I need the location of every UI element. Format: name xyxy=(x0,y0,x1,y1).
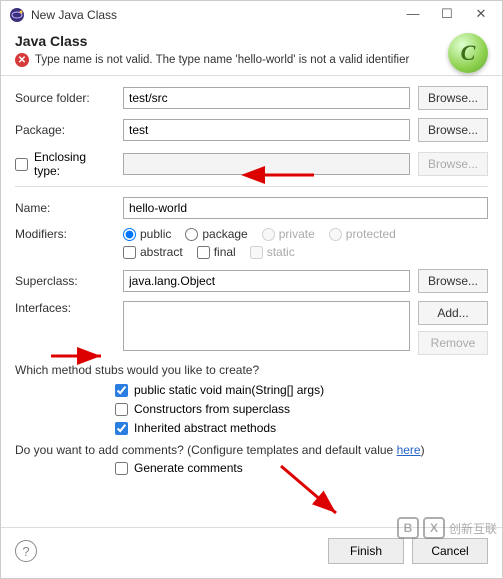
mod-public-radio[interactable] xyxy=(123,228,136,241)
cancel-button[interactable]: Cancel xyxy=(412,538,488,564)
eclipse-icon xyxy=(9,7,25,23)
name-label: Name: xyxy=(15,201,115,215)
superclass-label: Superclass: xyxy=(15,274,115,288)
modifiers-row2: abstract final static xyxy=(123,245,488,259)
mod-protected-radio xyxy=(329,228,342,241)
mod-final-check[interactable] xyxy=(197,246,210,259)
error-text: Type name is not valid. The type name 'h… xyxy=(35,54,409,66)
modifiers-label: Modifiers: xyxy=(15,227,115,241)
package-label: Package: xyxy=(15,123,115,137)
package-input[interactable] xyxy=(123,119,410,141)
stubs-heading: Which method stubs would you like to cre… xyxy=(15,363,488,377)
gen-comments-check[interactable] xyxy=(115,462,128,475)
minimize-button[interactable]: — xyxy=(396,3,430,27)
remove-interface-button: Remove xyxy=(418,331,488,355)
stub-main-label: public static void main(String[] args) xyxy=(134,383,324,397)
enclosing-label: Enclosing type: xyxy=(34,150,115,178)
comments-q-prefix: Do you want to add comments? (Configure … xyxy=(15,443,397,457)
comments-question: Do you want to add comments? (Configure … xyxy=(15,443,488,457)
window-title: New Java Class xyxy=(31,8,396,22)
separator xyxy=(15,186,488,187)
stub-super-check[interactable] xyxy=(115,403,128,416)
browse-package-button[interactable]: Browse... xyxy=(418,118,488,142)
error-icon: ✕ xyxy=(15,53,29,67)
enclosing-checkbox[interactable] xyxy=(15,158,28,171)
source-folder-label: Source folder: xyxy=(15,91,115,105)
name-input[interactable] xyxy=(123,197,488,219)
row-interfaces: Interfaces: Add... Remove xyxy=(15,301,488,355)
mod-protected-label: protected xyxy=(346,227,396,241)
mod-private-label: private xyxy=(279,227,315,241)
row-package: Package: Browse... xyxy=(15,118,488,142)
form-area: Source folder: Browse... Package: Browse… xyxy=(1,76,502,527)
titlebar: New Java Class — ☐ ✕ xyxy=(1,1,502,29)
close-button[interactable]: ✕ xyxy=(464,3,498,27)
browse-enclosing-button: Browse... xyxy=(418,152,488,176)
gen-comments-label: Generate comments xyxy=(134,461,243,475)
mod-static-check xyxy=(250,246,263,259)
dialog-title: Java Class xyxy=(15,33,488,49)
help-button[interactable]: ? xyxy=(15,540,37,562)
modifiers-group: public package private protected xyxy=(123,227,396,241)
interfaces-label: Interfaces: xyxy=(15,301,115,315)
stub-abstract-check[interactable] xyxy=(115,422,128,435)
mod-final-label: final xyxy=(214,245,236,259)
class-badge-icon: C xyxy=(448,33,488,73)
row-superclass: Superclass: Browse... xyxy=(15,269,488,293)
mod-abstract-label: abstract xyxy=(140,245,183,259)
validation-error: ✕ Type name is not valid. The type name … xyxy=(15,53,488,67)
dialog-header: Java Class ✕ Type name is not valid. The… xyxy=(1,29,502,76)
mod-private-radio xyxy=(262,228,275,241)
finish-button[interactable]: Finish xyxy=(328,538,404,564)
dialog-footer: ? Finish Cancel xyxy=(1,527,502,578)
browse-superclass-button[interactable]: Browse... xyxy=(418,269,488,293)
row-source-folder: Source folder: Browse... xyxy=(15,86,488,110)
add-interface-button[interactable]: Add... xyxy=(418,301,488,325)
interfaces-list[interactable] xyxy=(123,301,410,351)
comments-here-link[interactable]: here xyxy=(397,443,421,457)
source-folder-input[interactable] xyxy=(123,87,410,109)
browse-source-button[interactable]: Browse... xyxy=(418,86,488,110)
mod-abstract-check[interactable] xyxy=(123,246,136,259)
row-name: Name: xyxy=(15,197,488,219)
enclosing-input xyxy=(123,153,410,175)
maximize-button[interactable]: ☐ xyxy=(430,3,464,27)
mod-public-label: public xyxy=(140,227,171,241)
stub-main-check[interactable] xyxy=(115,384,128,397)
mod-package-radio[interactable] xyxy=(185,228,198,241)
mod-package-label: package xyxy=(202,227,247,241)
row-enclosing: Enclosing type: Browse... xyxy=(15,150,488,178)
stub-super-label: Constructors from superclass xyxy=(134,402,290,416)
stub-abstract-label: Inherited abstract methods xyxy=(134,421,276,435)
mod-static-label: static xyxy=(267,245,295,259)
row-modifiers: Modifiers: public package private protec… xyxy=(15,227,488,241)
comments-q-suffix: ) xyxy=(421,443,425,457)
superclass-input[interactable] xyxy=(123,270,410,292)
